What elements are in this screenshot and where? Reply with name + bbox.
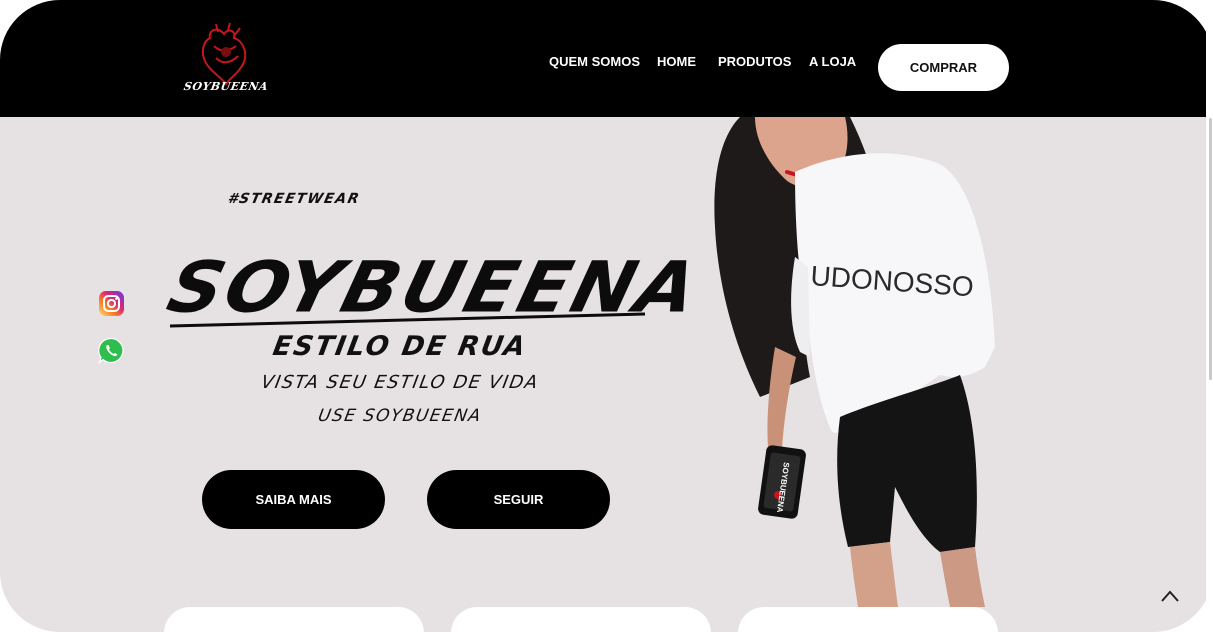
chevron-up-icon[interactable] <box>1158 586 1182 606</box>
feature-card-2 <box>451 607 711 632</box>
feature-card-3 <box>738 607 998 632</box>
seguir-button[interactable]: SEGUIR <box>427 470 610 529</box>
scrollbar-thumb[interactable] <box>1209 118 1212 380</box>
nav-link-a-loja[interactable]: A LOJA <box>809 54 856 69</box>
instagram-icon[interactable] <box>98 290 125 317</box>
nav-link-produtos[interactable]: PRODUTOS <box>718 54 791 69</box>
saiba-mais-button[interactable]: SAIBA MAIS <box>202 470 385 529</box>
hero-tagline-tertiary: USE SOYBUEENA <box>316 406 484 426</box>
hero-hashtag: #STREETWEAR <box>226 191 362 207</box>
hero-tagline-secondary: VISTA SEU ESTILO DE VIDA <box>259 372 541 393</box>
model-photo: UDONOSSO SOYBUEENA <box>714 117 995 607</box>
brush-stroke-decoration <box>169 312 646 328</box>
whatsapp-icon[interactable] <box>98 337 125 364</box>
hero-tagline-primary: ESTILO DE RUA <box>270 331 530 362</box>
site-header: SOYBUEENA QUEM SOMOS HOME PRODUTOS A LOJ… <box>0 0 1213 117</box>
nav-link-home[interactable]: HOME <box>657 54 696 69</box>
nav-link-quem-somos[interactable]: QUEM SOMOS <box>549 54 640 69</box>
page-frame: SOYBUEENA QUEM SOMOS HOME PRODUTOS A LOJ… <box>0 0 1213 632</box>
feature-card-1 <box>164 607 424 632</box>
buy-button[interactable]: COMPRAR <box>878 44 1009 91</box>
logo-wordmark: SOYBUEENA <box>182 80 270 93</box>
